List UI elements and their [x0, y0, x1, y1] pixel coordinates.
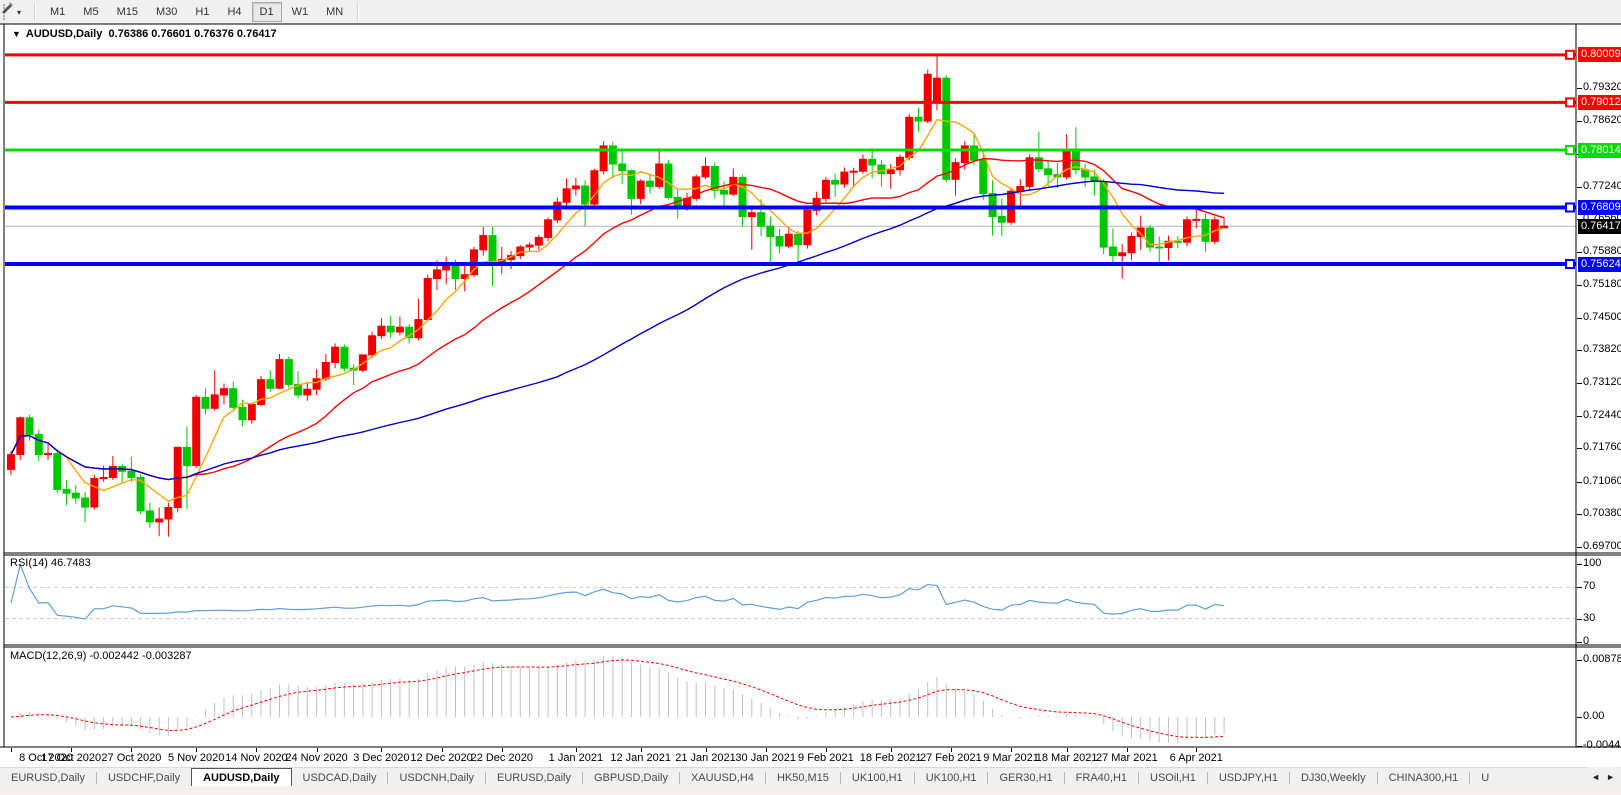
chart-tab-uk100-h1[interactable]: UK100,H1 — [915, 768, 988, 787]
chart-tab-hk50-m15[interactable]: HK50,M15 — [766, 768, 840, 787]
tab-scroll-buttons: ◄ ► — [1587, 767, 1619, 786]
date-axis-label: 1 Jan 2021 — [549, 752, 603, 764]
date-axis-label: 18 Feb 2021 — [860, 752, 922, 764]
chart-tab-xauusd-h4[interactable]: XAUUSD,H4 — [680, 768, 765, 787]
date-axis-label: 27 Feb 2021 — [920, 752, 982, 764]
price-axis-tick — [1577, 187, 1582, 188]
date-axis-label: 30 Jan 2021 — [735, 752, 796, 764]
chart-title-ohlc: 0.76386 0.76601 0.76376 0.76417 — [108, 28, 276, 40]
macd-axis-tick-label: -0.004451 — [1583, 739, 1621, 751]
chart-tab-audusd-daily[interactable]: AUDUSD,Daily — [191, 768, 291, 787]
price-axis-tick — [1577, 285, 1582, 286]
price-axis-tick-label: 0.75880 — [1583, 245, 1621, 257]
date-axis-label: 3 Dec 2020 — [353, 752, 409, 764]
date-axis-label: 9 Feb 2021 — [798, 752, 854, 764]
rsi-axis-tick-label: 30 — [1583, 612, 1621, 624]
hline-price-label: 0.79012 — [1578, 95, 1621, 110]
price-axis-tick — [1577, 318, 1582, 319]
rsi-axis-tick — [1577, 642, 1582, 643]
price-axis-tick — [1577, 252, 1582, 253]
hline-price-label: 0.76809 — [1578, 200, 1621, 215]
price-axis-tick — [1577, 514, 1582, 515]
price-axis-tick — [1577, 121, 1582, 122]
date-axis-label: 27 Oct 2020 — [101, 752, 161, 764]
chart-tab-fra40-h1[interactable]: FRA40,H1 — [1065, 768, 1138, 787]
chart-tab-china300-h1[interactable]: CHINA300,H1 — [1378, 768, 1470, 787]
chart-title-symbol: AUDUSD,Daily — [26, 28, 102, 40]
chart-tab-eurusd-daily[interactable]: EURUSD,Daily — [0, 768, 96, 787]
macd-indicator-label: MACD(12,26,9) -0.002442 -0.003287 — [10, 650, 192, 662]
price-axis-tick — [1577, 448, 1582, 449]
chart-title: ▼ AUDUSD,Daily 0.76386 0.76601 0.76376 0.… — [12, 28, 277, 40]
price-axis-tick — [1577, 416, 1582, 417]
date-axis-label: 22 Dec 2020 — [471, 752, 533, 764]
rsi-axis-tick-label: 0 — [1583, 635, 1621, 647]
rsi-axis-tick — [1577, 587, 1582, 588]
price-axis-tick-label: 0.75180 — [1583, 278, 1621, 290]
rsi-axis-tick-label: 70 — [1583, 580, 1621, 592]
macd-axis-tick — [1577, 717, 1582, 718]
chart-tab-u[interactable]: U — [1470, 768, 1500, 787]
rsi-axis-tick — [1577, 619, 1582, 620]
chart-tab-gbpusd-daily[interactable]: GBPUSD,Daily — [583, 768, 679, 787]
chart-tab-usdcad-daily[interactable]: USDCAD,Daily — [292, 768, 388, 787]
macd-axis-tick — [1577, 660, 1582, 661]
hline-price-label: 0.78014 — [1578, 143, 1621, 158]
chart-tab-bar: EURUSD,DailyUSDCHF,DailyAUDUSD,DailyUSDC… — [0, 767, 1621, 787]
chart-tab-dj30-weekly[interactable]: DJ30,Weekly — [1290, 768, 1377, 787]
date-axis-label: 21 Jan 2021 — [675, 752, 736, 764]
date-axis-label: 12 Dec 2020 — [410, 752, 472, 764]
bottom-strip — [0, 786, 1621, 795]
price-axis-tick — [1577, 350, 1582, 351]
chart-tab-usdcnh-daily[interactable]: USDCNH,Daily — [388, 768, 485, 787]
mt4-application-window: ▾ M1M5M15M30H1H4D1W1MN ▼AUDUSD,Daily 0.7… — [0, 0, 1621, 795]
hline-price-label: 0.80009 — [1578, 47, 1621, 62]
date-axis-label: 24 Nov 2020 — [285, 752, 347, 764]
chart-tab-ger30-h1[interactable]: GER30,H1 — [988, 768, 1063, 787]
chart-tab-uk100-h1[interactable]: UK100,H1 — [841, 768, 914, 787]
rsi-indicator-label: RSI(14) 46.7483 — [10, 557, 91, 569]
chart-tab-usdchf-daily[interactable]: USDCHF,Daily — [97, 768, 191, 787]
price-axis-tick-label: 0.72440 — [1583, 409, 1621, 421]
macd-axis-tick-label: 0.00 — [1583, 710, 1621, 722]
current-price-label: 0.76417 — [1578, 219, 1621, 234]
tab-scroll-left-icon[interactable]: ◄ — [1591, 772, 1600, 782]
hline-price-label: 0.75624 — [1578, 257, 1621, 272]
symbol-dropdown-icon[interactable]: ▼ — [12, 29, 21, 39]
price-axis-tick-label: 0.69700 — [1583, 540, 1621, 552]
price-axis-tick — [1577, 383, 1582, 384]
chart-tab-usoil-h1[interactable]: USOil,H1 — [1139, 768, 1207, 787]
tab-scroll-right-icon[interactable]: ► — [1606, 772, 1615, 782]
rsi-axis-tick — [1577, 564, 1582, 565]
chart-tab-eurusd-daily[interactable]: EURUSD,Daily — [486, 768, 582, 787]
date-axis-label: 27 Mar 2021 — [1096, 752, 1158, 764]
date-axis-label: 5 Nov 2020 — [168, 752, 224, 764]
price-axis-tick-label: 0.70380 — [1583, 507, 1621, 519]
date-axis-tick — [11, 748, 12, 752]
date-axis-label: 9 Mar 2021 — [983, 752, 1039, 764]
price-axis-tick — [1577, 88, 1582, 89]
chart-tab-usdjpy-h1[interactable]: USDJPY,H1 — [1208, 768, 1289, 787]
rsi-axis-tick-label: 100 — [1583, 557, 1621, 569]
price-axis-tick — [1577, 482, 1582, 483]
price-axis-tick-label: 0.71060 — [1583, 475, 1621, 487]
date-axis-label: 6 Apr 2021 — [1170, 752, 1223, 764]
price-axis-tick-label: 0.79320 — [1583, 81, 1621, 93]
price-axis-tick-label: 0.74500 — [1583, 311, 1621, 323]
macd-axis-tick — [1577, 746, 1582, 747]
macd-axis-tick-label: 0.008782 — [1583, 653, 1621, 665]
price-axis-tick — [1577, 547, 1582, 548]
date-axis-label: 17 Oct 2020 — [41, 752, 101, 764]
price-axis-tick-label: 0.77240 — [1583, 180, 1621, 192]
date-axis-label: 18 Mar 2021 — [1036, 752, 1098, 764]
date-axis-label: 14 Nov 2020 — [225, 752, 287, 764]
price-axis-tick-label: 0.71760 — [1583, 441, 1621, 453]
price-axis-tick-label: 0.73820 — [1583, 343, 1621, 355]
date-axis-label: 12 Jan 2021 — [610, 752, 671, 764]
price-axis-tick-label: 0.78620 — [1583, 114, 1621, 126]
price-axis-tick-label: 0.73120 — [1583, 376, 1621, 388]
chart-plot-area[interactable] — [0, 0, 1621, 795]
